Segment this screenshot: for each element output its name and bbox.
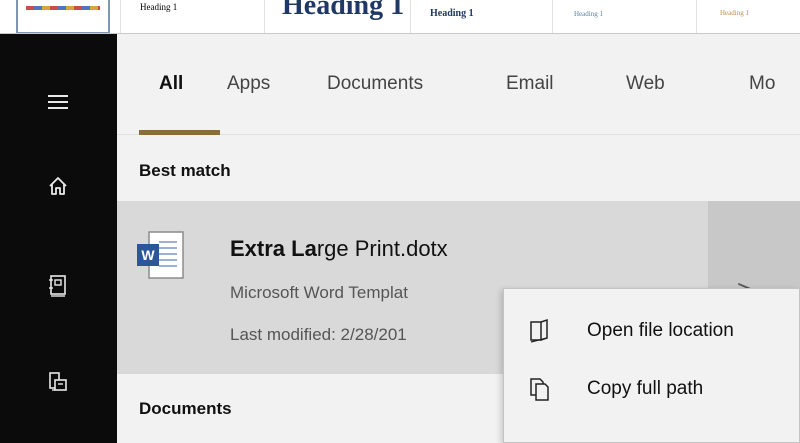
result-modified-date: Last modified: 2/28/201 <box>230 325 407 344</box>
style-heading-tiny: Heading 1 <box>720 9 749 17</box>
tab-email[interactable]: Email <box>506 73 554 95</box>
tab-all[interactable]: All <box>159 73 183 95</box>
open-file-location-menu-item[interactable]: Open file location <box>504 305 800 357</box>
word-document-icon: W <box>137 231 184 279</box>
search-tabs: All Apps Documents Email Web Mo <box>117 34 800 135</box>
tab-apps[interactable]: Apps <box>227 73 270 95</box>
copy-full-path-menu-item[interactable]: Copy full path <box>504 363 800 415</box>
tab-more[interactable]: Mo <box>749 73 775 95</box>
devices-icon[interactable] <box>38 362 78 402</box>
tab-documents[interactable]: Documents <box>327 73 423 95</box>
best-match-heading: Best match <box>139 161 231 180</box>
document-style-strip: Heading 1 Heading 1 Heading 1 Heading 1 … <box>0 0 800 34</box>
copy-icon <box>530 378 549 401</box>
style-thumbnail <box>16 0 110 33</box>
style-heading-large: Heading 1 <box>282 0 405 21</box>
hamburger-menu-icon[interactable] <box>38 82 78 122</box>
result-title: Extra Large Print.dotx <box>230 236 448 261</box>
home-icon[interactable] <box>38 166 78 206</box>
style-heading-small: Heading 1 <box>140 2 178 12</box>
svg-text:W: W <box>141 247 155 263</box>
sidebar-rail <box>0 34 117 443</box>
tab-web[interactable]: Web <box>626 73 665 95</box>
result-type: Microsoft Word Templat <box>230 283 408 302</box>
notebook-icon[interactable] <box>38 266 78 306</box>
open-file-location-label: Open file location <box>587 320 734 341</box>
documents-heading: Documents <box>139 399 232 418</box>
copy-full-path-label: Copy full path <box>587 378 704 399</box>
active-tab-indicator <box>139 130 220 135</box>
open-folder-icon <box>530 318 548 343</box>
style-heading-bold: Heading 1 <box>430 8 474 19</box>
style-heading-light: Heading 1 <box>574 10 603 18</box>
context-menu: Open file location Copy full path <box>503 288 800 443</box>
